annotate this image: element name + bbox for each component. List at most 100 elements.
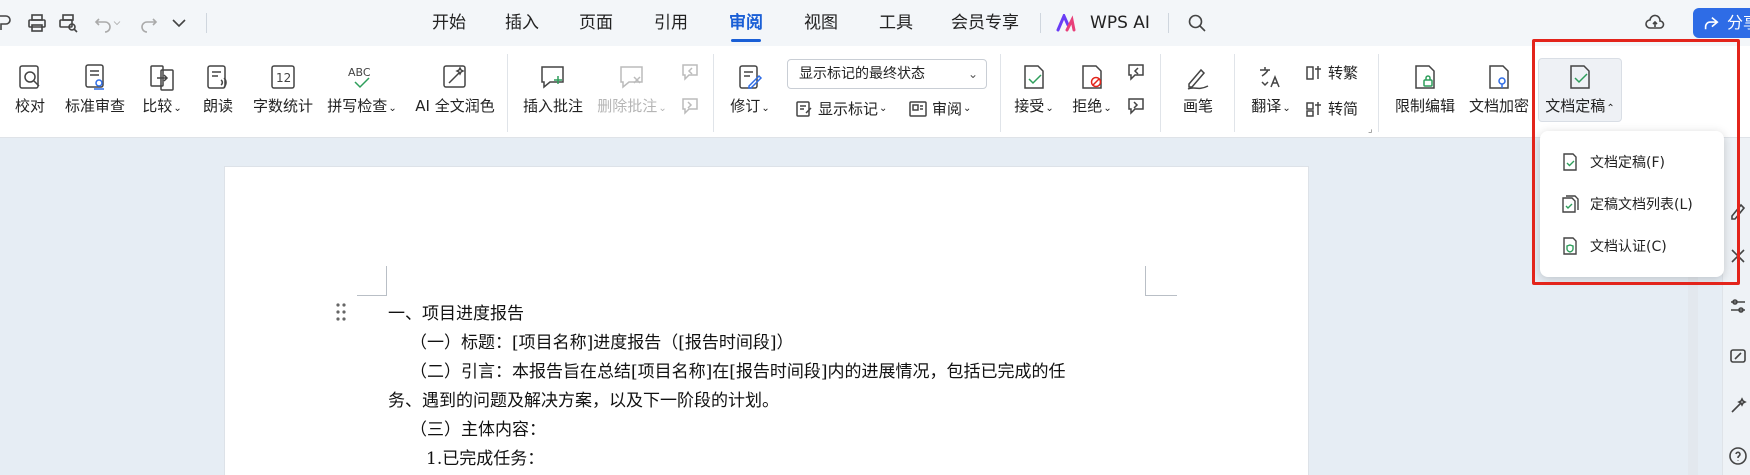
cloud-sync-icon[interactable] [1642,10,1668,36]
proofread-icon [19,65,40,89]
word-count-icon: 12 [271,65,295,89]
tab-page[interactable]: 页面 [572,0,620,46]
menu-item-finalize-document[interactable]: 文档定稿(F) [1540,142,1724,182]
compare-button[interactable]: 比较⌄ [136,58,188,116]
encrypt-document-icon [1489,65,1509,89]
drag-handle-icon[interactable] [335,302,347,322]
word-count-button[interactable]: 12 字数统计 [250,58,316,116]
pen-button[interactable]: 画笔 [1174,58,1222,116]
tab-review[interactable]: 审阅 [722,0,770,46]
right-side-panel [1722,138,1750,475]
logo-icon[interactable] [0,10,18,36]
spell-check-button[interactable]: ABC 拼写检查⌄ [324,58,400,116]
track-changes-icon [739,65,763,89]
ribbon-expand-icon[interactable]: ⌟ [1368,124,1373,135]
crop-mark-left [357,266,387,296]
tools-icon[interactable] [1728,246,1750,268]
tab-tools[interactable]: 工具 [872,0,920,46]
insert-comment-icon [541,66,564,89]
ribbon-divider [507,54,508,132]
tab-insert[interactable]: 插入 [498,0,546,46]
doc-paragraph: 务、遇到的问题及解决方案，以及下一阶段的计划。 [388,391,779,411]
to-traditional-button[interactable]: 转繁 [1304,62,1358,83]
previous-change-icon [1128,64,1144,81]
wand-icon[interactable] [1728,396,1750,418]
markup-state-select[interactable]: 显示标记的最终状态 ⌄ [787,59,987,89]
read-aloud-button[interactable]: 朗读 [198,58,238,116]
doc-heading: 一、项目进度报告 [388,304,524,324]
share-button[interactable]: 分享 [1693,8,1750,38]
to-simplified-icon [1306,101,1321,117]
translate-button[interactable]: 翻译⌄ [1246,58,1296,116]
to-traditional-icon [1306,65,1321,80]
restrict-editing-icon [1415,65,1435,89]
next-change-button[interactable] [1126,96,1150,116]
finalize-document-button[interactable]: 文档定稿⌃ [1540,58,1620,116]
next-comment-icon [682,98,698,115]
menu-item-document-certification[interactable]: 文档认证(C) [1540,226,1724,266]
document-page[interactable] [224,166,1309,475]
to-simplified-button[interactable]: 转简 [1304,98,1358,119]
restrict-editing-button[interactable]: 限制编辑 [1392,58,1458,116]
previous-comment-button[interactable] [680,62,704,82]
redo-icon[interactable] [136,10,162,36]
menu-item-finalized-list[interactable]: 定稿文档列表(L) [1540,184,1724,224]
tab-view[interactable]: 视图 [797,0,845,46]
tab-wps-ai[interactable]: WPS AI [1080,0,1160,46]
doc-paragraph: （三）主体内容： [410,420,546,440]
show-markup-icon [796,100,812,117]
wps-ai-logo-icon [1056,14,1076,32]
read-aloud-icon [207,65,227,89]
accept-button[interactable]: 接受⌄ [1010,58,1058,116]
tab-home[interactable]: 开始 [425,0,473,46]
print-icon[interactable] [24,10,50,36]
chevron-down-icon: ⌄ [967,67,978,81]
brush-icon[interactable] [1728,346,1750,368]
ai-polish-icon [443,65,466,88]
share-label: 分享 [1727,13,1750,32]
standard-review-icon [85,64,104,90]
ribbon-divider [1378,54,1379,132]
finalize-icon [1563,153,1577,171]
doc-paragraph: 1.已完成任务： [426,449,545,469]
pen-icon [1187,68,1209,90]
doc-paragraph: （一）标题：[项目名称]进度报告（[报告时间段]） [410,333,794,353]
show-markup-button[interactable]: 显示标记 ⌄ [794,98,887,119]
finalize-document-icon [1570,65,1590,89]
previous-change-button[interactable] [1126,62,1150,82]
title-menu-bar: 开始 插入 页面 引用 审阅 视图 工具 会员专享 WPS AI 分享 [0,0,1750,46]
review-pane-icon [909,100,927,117]
undo-dropdown-icon[interactable] [110,10,124,36]
search-icon[interactable] [1184,10,1210,36]
proofread-button[interactable]: 校对 [8,58,52,116]
standard-review-button[interactable]: 标准审查 [62,58,128,116]
toolbar-divider [206,13,207,33]
tab-references[interactable]: 引用 [647,0,695,46]
translate-icon [1260,67,1280,88]
crop-mark-right [1145,266,1177,296]
print-preview-icon[interactable] [55,10,81,36]
track-changes-button[interactable]: 修订⌄ [726,58,774,116]
finalize-dropdown-menu: 文档定稿(F) 定稿文档列表(L) 文档认证(C) [1540,131,1724,277]
tab-divider [1040,13,1041,33]
compare-icon [150,65,174,91]
delete-comment-button[interactable]: 删除批注⌄ [594,58,670,116]
accept-icon [1024,65,1044,89]
tab-member[interactable]: 会员专享 [944,0,1026,46]
finalized-list-icon [1562,195,1579,213]
more-quick-actions-icon[interactable] [166,10,192,36]
review-pane-button[interactable]: 审阅 ⌄ [908,98,971,119]
edit-icon[interactable] [1728,200,1750,222]
insert-comment-button[interactable]: 插入批注 [520,58,586,116]
delete-comment-icon [620,66,643,89]
svg-text:12: 12 [276,71,291,85]
next-change-icon [1128,98,1144,115]
tab-divider-2 [1168,13,1169,33]
sliders-icon[interactable] [1728,296,1750,318]
help-icon[interactable] [1728,446,1750,468]
next-comment-button[interactable] [680,96,704,116]
certification-icon [1563,237,1577,255]
encrypt-document-button[interactable]: 文档加密 [1466,58,1532,116]
reject-button[interactable]: 拒绝⌄ [1068,58,1116,116]
ai-polish-button[interactable]: AI 全文润色 [414,58,496,116]
